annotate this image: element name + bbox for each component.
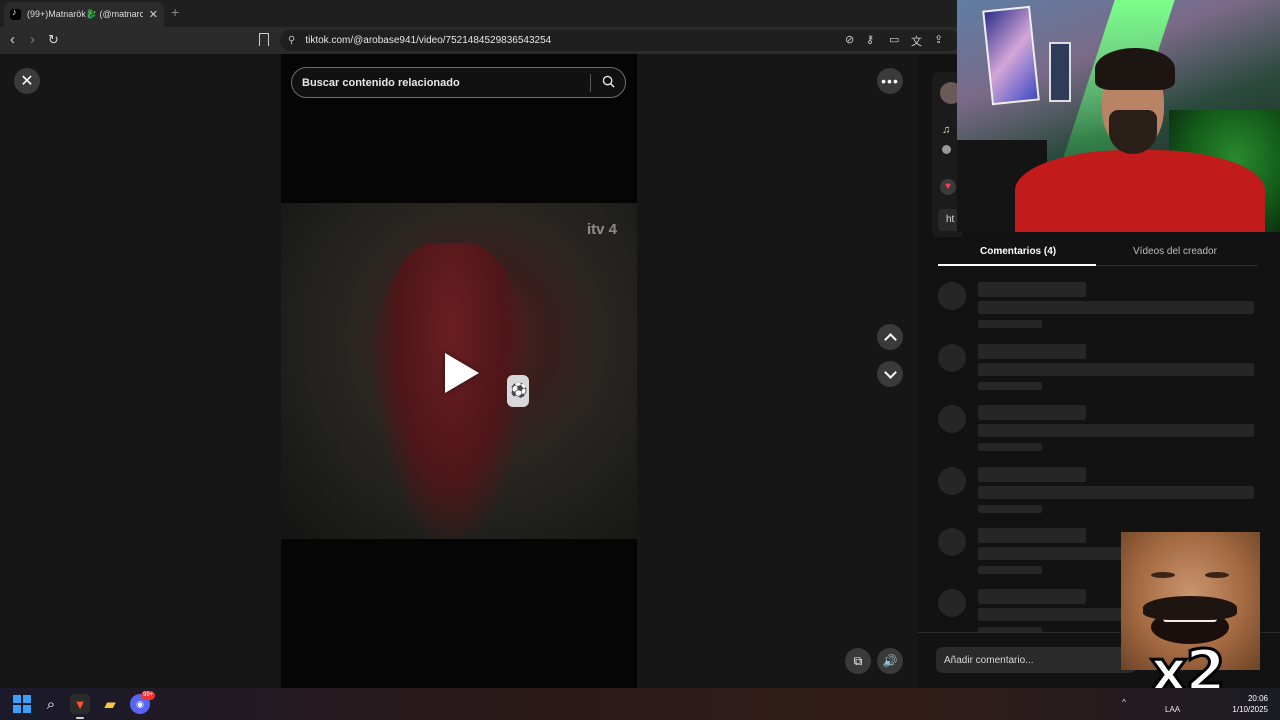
comment-skeleton [938,467,1258,517]
close-icon: ✕ [20,73,34,90]
tab-creator-videos[interactable]: Vídeos del creador [1133,246,1217,257]
chevron-up-icon [883,332,897,346]
cast-icon[interactable]: ▭ [889,33,899,46]
clock-time: 20:06 [1247,694,1268,703]
more-options-button[interactable]: ••• [877,68,903,94]
brave-icon[interactable]: ▼ [70,694,90,714]
chevron-down-icon [883,365,897,379]
comment-skeleton [938,282,1258,332]
cam-person-beard [1109,110,1157,154]
active-tab-indicator [938,264,1096,266]
comment-input[interactable]: Añadir comentario... [936,647,1136,673]
forward-icon[interactable]: › [30,31,35,49]
tab-title: (99+)Matnarök🐉 (@matnarok_ [27,9,143,19]
discord-badge: 99+ [141,691,156,700]
close-viewer-button[interactable]: ✕ [14,68,40,94]
language-indicator[interactable]: LAA [1165,705,1180,714]
video-player[interactable]: itv 4 [281,203,637,539]
meme-eye [1205,572,1229,578]
comment-skeleton [938,405,1258,455]
meme-mustache [1143,596,1237,620]
taskbar: ⌕ ▼ ▰ ◉ 99+ ^ LAA 20:06 1/10/2025 [0,688,1280,720]
meme-eye [1151,572,1175,578]
comment-skeleton [938,344,1258,394]
club-crest [507,375,529,407]
browser-tab[interactable]: (99+)Matnarök🐉 (@matnarok_ ✕ [4,2,164,27]
volume-button[interactable]: 🔊 [877,648,903,674]
panel-tabs: Comentarios (4) Vídeos del creador [938,240,1258,266]
extension-icon[interactable]: ⊘ [845,33,854,46]
url-text: tiktok.com/@arobase941/video/75214845298… [305,35,552,46]
new-tab-button[interactable]: + [171,4,179,20]
bookmark-icon[interactable] [259,33,269,46]
webcam-overlay [957,0,1280,232]
tab-close-icon[interactable]: ✕ [149,8,158,21]
search-placeholder: Buscar contenido relacionado [302,76,460,89]
cam-poster [982,5,1040,106]
search-icon[interactable] [602,75,615,88]
video-watermark: itv 4 [586,221,617,238]
like-icon[interactable]: ♥ [940,179,956,195]
password-icon[interactable]: ⚷ [866,33,874,46]
search-divider [590,74,591,92]
translate-icon[interactable]: 文 [911,33,922,49]
search-input[interactable]: Buscar contenido relacionado [291,67,626,98]
address-bar[interactable]: ⚲ tiktok.com/@arobase941/video/752148452… [280,30,960,51]
more-icon: ••• [881,73,899,89]
tray-chevron-icon[interactable]: ^ [1122,698,1126,707]
folder-icon[interactable]: ▰ [100,694,120,714]
reload-icon[interactable]: ↻ [48,31,59,49]
video-viewer: ✕ Buscar contenido relacionado itv 4 ••• [0,54,918,688]
next-video-button[interactable] [877,361,903,387]
site-settings-icon[interactable]: ⚲ [288,35,295,46]
mini-player-button[interactable]: ⧉ [845,648,871,674]
system-clock[interactable]: 20:06 1/10/2025 [1226,693,1268,715]
mini-player-icon: ⧉ [853,653,863,668]
clock-date: 1/10/2025 [1232,705,1268,714]
cam-person-shirt [1015,150,1265,232]
volume-icon: 🔊 [882,654,898,668]
music-note-icon: ♫ [942,124,951,136]
screen: (99+)Matnarök🐉 (@matnarok_ ✕ + ‹ › ↻ ⚲ t… [0,0,1280,720]
cam-person-hair [1095,48,1175,90]
back-icon[interactable]: ‹ [10,31,15,49]
video-column: Buscar contenido relacionado itv 4 [281,54,637,688]
share-icon[interactable]: ⇪ [934,33,943,46]
tab-comments[interactable]: Comentarios (4) [980,246,1056,257]
search-taskbar-icon[interactable]: ⌕ [41,694,61,714]
cam-poster-small [1049,42,1071,102]
tiktok-favicon-icon [10,7,21,20]
previous-video-button[interactable] [877,324,903,350]
sound-avatar [942,145,951,154]
play-icon[interactable] [445,353,479,393]
active-app-indicator [76,717,84,719]
windows-icon[interactable] [12,694,32,714]
